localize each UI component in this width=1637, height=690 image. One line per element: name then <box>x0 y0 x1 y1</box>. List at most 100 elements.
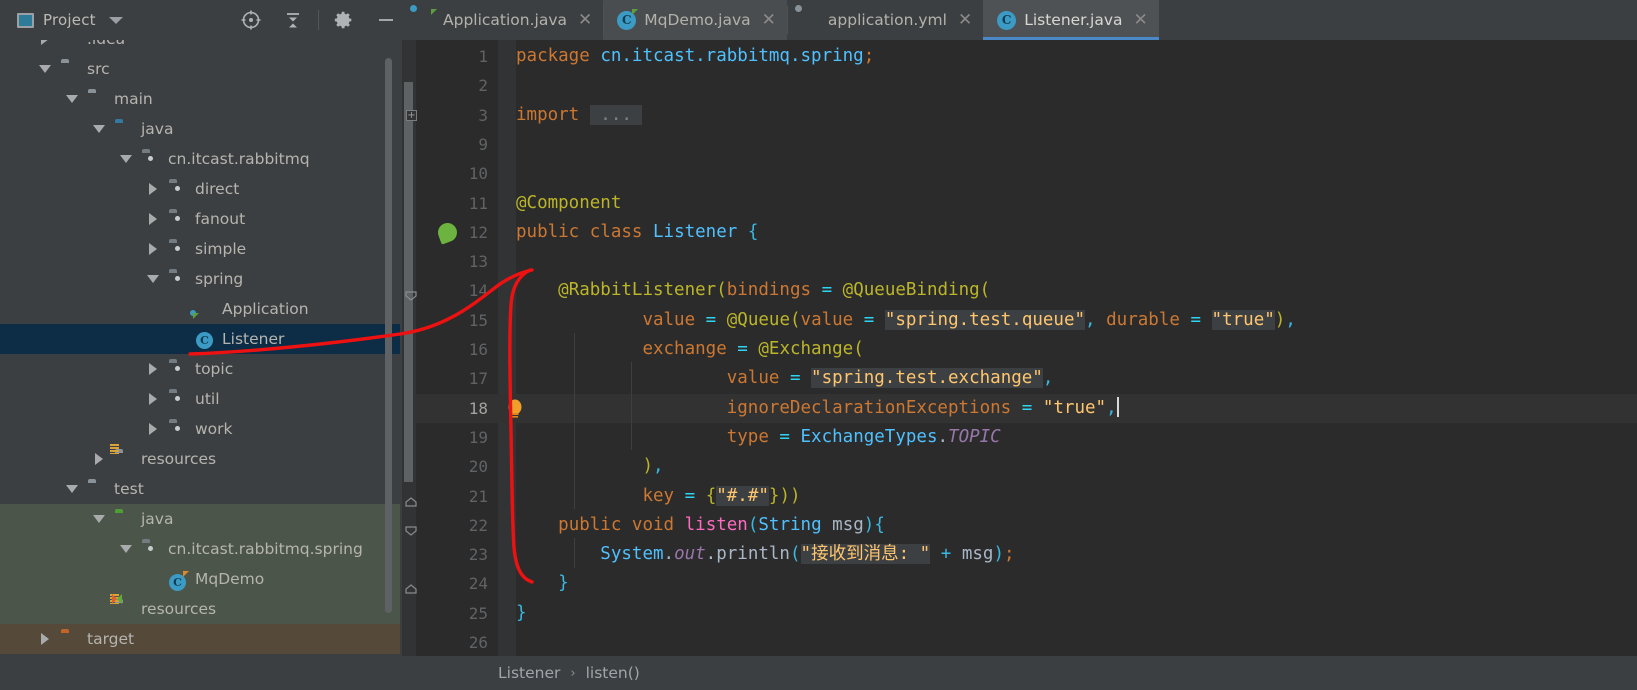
tree-item-main[interactable]: main <box>0 84 400 114</box>
chevron-right-icon[interactable] <box>143 423 163 435</box>
editor-tab-mqdemo[interactable]: C MqDemo.java ✕ <box>603 0 787 40</box>
chevron-right-icon[interactable] <box>143 393 163 405</box>
chevron-down-icon[interactable] <box>143 275 163 283</box>
test-resources-folder-icon <box>110 593 133 617</box>
package-icon <box>169 422 187 437</box>
editor-tab-label: application.yml <box>827 11 947 29</box>
fold-region-end-icon[interactable] <box>405 579 417 594</box>
spring-boot-class-icon <box>408 2 437 30</box>
tree-item-cn-itcast-rabbitmq-spring[interactable]: cn.itcast.rabbitmq.spring <box>0 534 400 564</box>
chevron-down-icon[interactable] <box>116 545 136 553</box>
package-icon <box>169 272 187 287</box>
chevron-down-icon[interactable] <box>89 515 109 523</box>
fold-region-end-icon[interactable] <box>405 492 417 507</box>
gear-icon[interactable] <box>323 0 365 40</box>
tree-item-label: simple <box>195 240 247 258</box>
ide-window: Project Application.java ✕ C MqDemo.java… <box>0 0 1637 690</box>
java-class-icon: C <box>997 10 1017 30</box>
tree-item-simple[interactable]: simple <box>0 234 400 264</box>
chevron-right-icon[interactable] <box>143 213 163 225</box>
locate-crosshair-icon[interactable] <box>230 0 272 40</box>
java-test-class-icon-icon: C <box>169 570 189 591</box>
code-line: exchange = @Exchange( <box>642 339 864 359</box>
tree-item-spring[interactable]: spring <box>0 264 400 294</box>
spring-bean-icon[interactable] <box>435 220 460 245</box>
line-number: 16 <box>468 340 488 359</box>
close-icon[interactable]: ✕ <box>578 11 592 29</box>
sidebar-scrollbar[interactable] <box>385 58 392 613</box>
fold-region-start-icon[interactable] <box>405 286 417 302</box>
breadcrumb-item-class[interactable]: Listener <box>498 664 560 682</box>
tree-item-topic[interactable]: topic <box>0 354 400 384</box>
tree-item-fanout[interactable]: fanout <box>0 204 400 234</box>
folder-icon <box>88 482 106 497</box>
editor-tab-application-yml[interactable]: application.yml ✕ <box>786 0 983 40</box>
tree-item-mqdemo[interactable]: C MqDemo <box>0 564 400 594</box>
editor-tab-label: Application.java <box>443 11 568 29</box>
tree-item-work[interactable]: work <box>0 414 400 444</box>
line-number: 15 <box>468 310 488 330</box>
chevron-down-icon[interactable] <box>62 485 82 493</box>
collapse-all-icon[interactable] <box>272 0 314 40</box>
chevron-down-icon[interactable] <box>62 95 82 103</box>
code-text-area[interactable]: package cn.itcast.rabbitmq.spring; import… <box>516 40 1637 656</box>
tree-item-application[interactable]: Application <box>0 294 400 324</box>
minimize-icon[interactable] <box>365 0 407 40</box>
tree-item-cn-itcast-rabbitmq[interactable]: cn.itcast.rabbitmq <box>0 144 400 174</box>
chevron-right-icon[interactable] <box>89 453 109 465</box>
tree-item-label: main <box>114 90 153 108</box>
code-line: package cn.itcast.rabbitmq.spring; <box>516 46 875 66</box>
tree-item-label: util <box>195 390 220 408</box>
breadcrumb-item-method[interactable]: listen() <box>586 664 640 682</box>
line-number: 11 <box>468 193 488 213</box>
chevron-right-icon[interactable] <box>35 40 55 45</box>
tree-item-util[interactable]: util <box>0 384 400 414</box>
editor-tab-label: MqDemo.java <box>644 11 751 29</box>
close-icon[interactable]: ✕ <box>958 11 972 29</box>
editor-vertical-scrollbar[interactable] <box>404 82 413 482</box>
code-line: value = @Queue(value = "spring.test.queu… <box>642 309 1296 330</box>
code-editor[interactable]: 1 2 3 9 10 11 12 13 14 15 16 17 18 19 20 21 22 23 24 25 26 p… <box>402 40 1637 690</box>
tree-item-java[interactable]: java <box>0 114 400 144</box>
tree-item--idea[interactable]: .idea <box>0 40 400 54</box>
chevron-right-icon[interactable] <box>143 183 163 195</box>
tree-item-target[interactable]: target <box>0 624 400 654</box>
chevron-down-icon[interactable] <box>116 155 136 163</box>
tree-item-label: direct <box>195 180 240 198</box>
tree-item-listener[interactable]: C Listener <box>0 324 400 354</box>
tree-item-java[interactable]: java <box>0 504 400 534</box>
code-line: System.out.println("接收到消息: " + msg); <box>600 544 1015 565</box>
tree-item-label: fanout <box>195 210 246 228</box>
editor-tab-application[interactable]: Application.java ✕ <box>402 0 603 40</box>
tree-item-direct[interactable]: direct <box>0 174 400 204</box>
chevron-right-icon[interactable] <box>35 633 55 645</box>
chevron-right-icon[interactable] <box>143 243 163 255</box>
fold-expand-plus-icon[interactable]: + <box>406 109 417 121</box>
chevron-down-icon[interactable] <box>35 65 55 73</box>
tree-item-label: spring <box>195 270 244 288</box>
intention-bulb-icon[interactable] <box>506 398 524 420</box>
chevron-down-icon[interactable] <box>89 125 109 133</box>
tree-item-resources[interactable]: resources <box>0 443 400 474</box>
line-number: 17 <box>468 369 488 389</box>
tree-item-src[interactable]: src <box>0 54 400 84</box>
close-icon[interactable]: ✕ <box>1134 11 1148 29</box>
tree-item-label: target <box>87 630 135 648</box>
resources-folder-icon <box>110 443 133 467</box>
tree-item-label: cn.itcast.rabbitmq <box>168 150 310 168</box>
project-panel-icon <box>17 12 34 28</box>
chevron-down-icon[interactable] <box>108 16 123 24</box>
java-test-class-icon: C <box>617 8 639 30</box>
code-line: public void listen(String msg){ <box>558 514 885 535</box>
fold-region-start-icon[interactable] <box>405 521 417 536</box>
line-number: 25 <box>468 603 488 623</box>
tree-item-resources[interactable]: resources <box>0 593 400 624</box>
chevron-right-icon[interactable] <box>143 363 163 375</box>
tree-item-test[interactable]: test <box>0 474 400 504</box>
project-tree-panel[interactable]: .idea src main java cn.itcast.rabbitmq direct… <box>0 40 400 690</box>
code-line: import ... <box>516 104 643 125</box>
close-icon[interactable]: ✕ <box>762 11 776 29</box>
tree-item-label: work <box>195 420 233 438</box>
editor-tab-listener[interactable]: C Listener.java ✕ <box>983 0 1159 40</box>
line-number: 14 <box>468 281 488 301</box>
